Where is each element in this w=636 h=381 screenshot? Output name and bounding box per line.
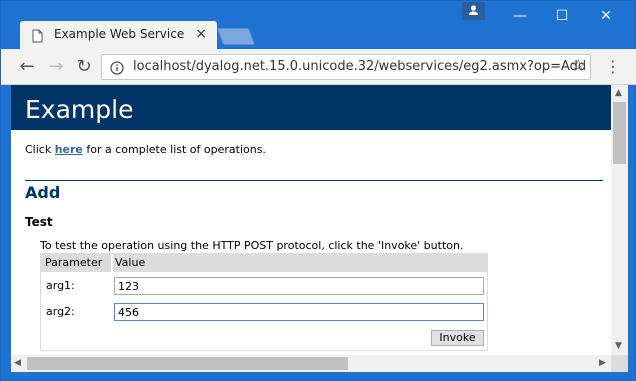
new-tab-button[interactable]: [216, 28, 256, 45]
maximize-button[interactable]: ☐: [539, 1, 585, 31]
arg2-label: arg2:: [46, 305, 75, 318]
tab-title: Example Web Service: [54, 27, 185, 41]
page-icon: [32, 28, 43, 47]
browser-toolbar: ← → ↻ localhost/dyalog.net.15.0.unicode.…: [1, 49, 636, 85]
column-header-parameter: Parameter: [45, 256, 103, 269]
forward-button[interactable]: →: [46, 57, 66, 77]
address-bar[interactable]: localhost/dyalog.net.15.0.unicode.32/web…: [101, 54, 591, 80]
column-header-value: Value: [115, 256, 146, 269]
scroll-down-arrow-icon[interactable]: ▼: [615, 341, 622, 351]
operation-title: Add: [25, 183, 61, 202]
page-content: Example Click here for a complete list o…: [11, 85, 611, 355]
reload-button[interactable]: ↻: [74, 57, 94, 77]
bookmark-star-icon[interactable]: ☆: [571, 56, 586, 76]
intro-text: Click here for a complete list of operat…: [25, 143, 266, 156]
scrollbar-corner: [611, 355, 628, 372]
section-title: Test: [25, 215, 53, 229]
arg1-input[interactable]: [114, 277, 484, 295]
page-header: Example: [11, 85, 611, 130]
scroll-right-arrow-icon[interactable]: ▶: [599, 358, 606, 368]
column-separator: [111, 254, 113, 272]
scroll-left-arrow-icon[interactable]: ◀: [14, 358, 21, 368]
instructions-text: To test the operation using the HTTP POS…: [40, 239, 464, 252]
horizontal-scroll-thumb[interactable]: [27, 357, 348, 370]
vertical-scrollbar[interactable]: ▲ ▼: [611, 85, 628, 355]
minimize-button[interactable]: —: [497, 1, 543, 31]
back-button[interactable]: ←: [17, 57, 37, 77]
page-title: Example: [25, 95, 134, 124]
intro-prefix: Click: [25, 143, 55, 156]
operations-list-link[interactable]: here: [55, 143, 83, 156]
browser-tab[interactable]: Example Web Service ×: [20, 21, 217, 49]
parameter-table: Parameter Value arg1: arg2: Invoke: [40, 253, 488, 351]
intro-suffix: for a complete list of operations.: [82, 143, 266, 156]
horizontal-scrollbar[interactable]: ◀ ▶: [11, 355, 611, 372]
tab-close-icon[interactable]: ×: [195, 26, 207, 42]
arg1-label: arg1:: [46, 279, 75, 292]
browser-window: Example Web Service × — ☐ ✕ ← → ↻ localh…: [0, 0, 636, 381]
profile-button[interactable]: [462, 2, 485, 20]
scroll-up-arrow-icon[interactable]: ▲: [615, 88, 622, 98]
invoke-button[interactable]: Invoke: [431, 330, 484, 346]
info-icon[interactable]: [110, 60, 124, 79]
divider: [25, 180, 603, 181]
person-icon: [469, 5, 478, 15]
url-text[interactable]: localhost/dyalog.net.15.0.unicode.32/web…: [133, 59, 586, 74]
table-header: Parameter Value: [41, 254, 487, 272]
title-bar: Example Web Service × — ☐ ✕: [1, 1, 636, 49]
browser-menu-icon[interactable]: ⋮: [605, 57, 621, 77]
arg2-input[interactable]: [114, 303, 484, 321]
close-window-button[interactable]: ✕: [583, 1, 629, 31]
vertical-scroll-thumb[interactable]: [613, 102, 626, 164]
